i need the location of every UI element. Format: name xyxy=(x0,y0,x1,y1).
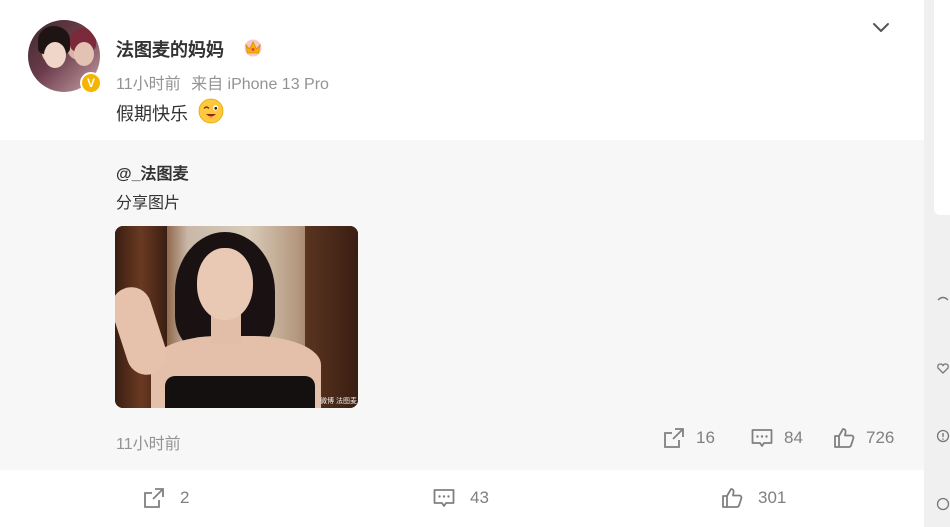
thumbs-up-icon xyxy=(834,428,855,448)
chevron-down-icon[interactable] xyxy=(870,16,892,38)
crown-icon xyxy=(244,39,262,57)
rail-info-icon[interactable] xyxy=(936,429,950,443)
repost-photo[interactable]: 微博 法图麦 xyxy=(115,226,358,408)
like-button[interactable]: 301 xyxy=(720,486,786,510)
thumbs-up-icon xyxy=(722,488,743,508)
repost-share-button[interactable]: 16 xyxy=(662,426,715,450)
right-panel-edge xyxy=(934,0,950,215)
post-meta: 11小时前 来自 iPhone 13 Pro xyxy=(116,70,335,94)
repost-block[interactable]: @_法图麦 分享图片 微博 法图麦 11小时前 16 84 726 xyxy=(0,140,924,470)
comment-count: 43 xyxy=(470,488,489,507)
rail-circle-icon[interactable] xyxy=(936,497,950,511)
post-text: 假期快乐 xyxy=(116,104,188,124)
repost-share-count: 16 xyxy=(696,428,715,447)
share-count: 2 xyxy=(180,488,190,507)
rail-heart-icon[interactable] xyxy=(936,361,950,375)
comment-icon xyxy=(751,429,773,447)
photo-watermark: 微博 法图麦 xyxy=(320,398,357,405)
repost-author[interactable]: @_法图麦 xyxy=(116,160,189,184)
verified-badge-icon: V xyxy=(80,72,102,94)
repost-like-button[interactable]: 726 xyxy=(832,426,894,450)
action-toolbar: 2 43 301 xyxy=(0,470,924,527)
share-button[interactable]: 2 xyxy=(142,486,189,510)
share-icon xyxy=(664,428,684,448)
repost-like-count: 726 xyxy=(866,428,895,447)
repost-time[interactable]: 11小时前 xyxy=(116,430,181,454)
repost-comment-count: 84 xyxy=(784,428,803,447)
post-time[interactable]: 11小时前 xyxy=(116,76,181,93)
repost-text: 分享图片 xyxy=(116,195,181,212)
like-count: 301 xyxy=(758,488,787,507)
wink-emoji-icon xyxy=(198,98,224,124)
comment-icon xyxy=(433,489,455,507)
rail-share-icon[interactable] xyxy=(936,293,950,307)
username[interactable]: 法图麦的妈妈 xyxy=(116,36,224,62)
weibo-post-card: V 法图麦的妈妈 11小时前 来自 iPhone 13 Pro 假期快乐 @_法… xyxy=(0,0,924,527)
comment-button[interactable]: 43 xyxy=(432,486,489,510)
right-rail xyxy=(924,0,950,527)
repost-comment-button[interactable]: 84 xyxy=(750,426,803,450)
share-icon xyxy=(144,488,164,508)
post-source: 来自 iPhone 13 Pro xyxy=(191,76,329,93)
